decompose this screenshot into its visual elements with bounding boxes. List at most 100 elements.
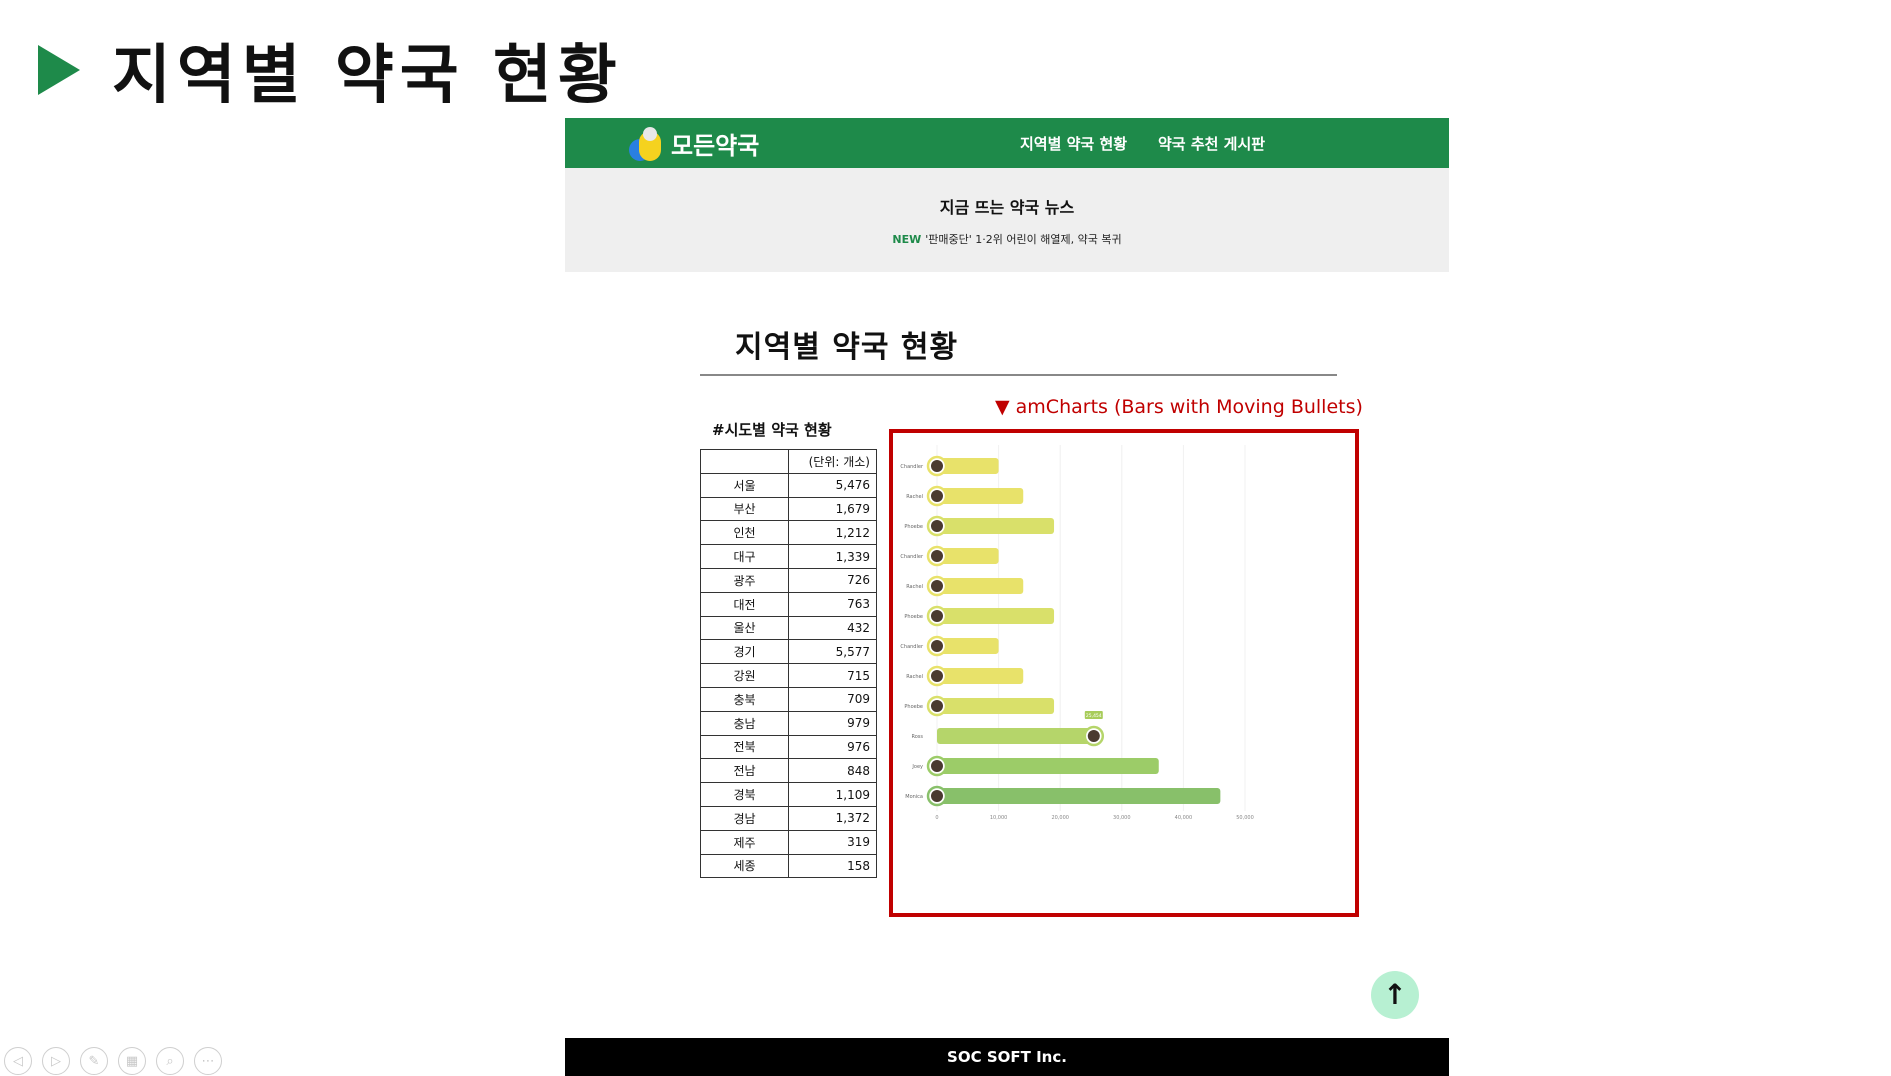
bar [937, 728, 1094, 744]
category-label: Ross [911, 734, 923, 740]
table-row: 강원 715 [700, 663, 877, 688]
region-cell: 강원 [700, 663, 789, 688]
region-cell: 제주 [700, 829, 789, 855]
category-label: Phoebe [904, 524, 923, 530]
table-row: 충북 709 [700, 686, 877, 712]
count-cell: 715 [788, 663, 877, 688]
count-cell: 319 [788, 829, 877, 855]
more-icon[interactable]: ⋯ [194, 1047, 222, 1075]
slide-title-text: 지역별 약국 현황 [112, 39, 623, 113]
region-cell: 전북 [700, 734, 789, 760]
section-divider [700, 374, 1337, 376]
count-cell: 726 [788, 567, 877, 593]
table-row: 제주 319 [700, 829, 877, 855]
category-label: Phoebe [904, 614, 923, 620]
logo[interactable]: 모든약국 [629, 126, 759, 161]
x-tick-label: 10,000 [990, 815, 1008, 821]
region-cell: 대구 [700, 544, 789, 569]
region-cell: 세종 [700, 853, 789, 879]
count-cell: 5,476 [788, 472, 877, 498]
amcharts-chart-frame: 0 10,000 20,000 30,000 40,000 50,000 Chandler R… [889, 429, 1359, 917]
tooltip-label: 25,454 [1086, 713, 1102, 719]
table-row: 충남 979 [700, 710, 877, 736]
bar [937, 698, 1055, 714]
table-row: 전남 848 [700, 758, 877, 784]
pen-icon[interactable]: ✎ [80, 1047, 108, 1075]
next-icon[interactable]: ▷ [42, 1047, 70, 1075]
bar [937, 788, 1221, 804]
count-cell: 976 [788, 734, 877, 760]
count-cell: 763 [788, 591, 877, 617]
table-row: 부산 1,679 [700, 496, 877, 522]
avatar-photo [931, 550, 943, 562]
avatar-photo [931, 580, 943, 592]
avatar-photo [931, 760, 943, 772]
table-row: 경남 1,372 [700, 805, 877, 831]
count-cell: 5,577 [788, 639, 877, 665]
count-cell: 158 [788, 853, 877, 879]
region-cell: 광주 [700, 567, 789, 593]
region-cell: 울산 [700, 615, 789, 641]
new-badge: NEW [892, 233, 922, 246]
avatar-photo [931, 670, 943, 682]
play-triangle-icon [38, 45, 80, 95]
prev-icon[interactable]: ◁ [4, 1047, 32, 1075]
avatar-photo [931, 610, 943, 622]
count-cell: 1,109 [788, 782, 877, 807]
bar [937, 488, 1024, 504]
region-cell: 충남 [700, 710, 789, 736]
news-title: 지금 뜨는 약국 뉴스 [939, 198, 1075, 217]
bar [937, 518, 1055, 534]
avatar-photo [931, 790, 943, 802]
avatar-photo [931, 520, 943, 532]
news-item[interactable]: NEW '판매중단' 1·2위 어린이 해열제, 약국 복귀 [565, 231, 1449, 247]
category-label: Phoebe [904, 704, 923, 710]
slide-title: 지역별 약국 현황 [38, 24, 623, 116]
amcharts-annotation: ▼ amCharts (Bars with Moving Bullets) [995, 396, 1363, 418]
pharmacy-stats-table: (단위: 개소) 서울 5,476 부산 1,679 인천 1,212 대구 1,339 광주 7… [700, 449, 877, 879]
region-cell: 서울 [700, 472, 789, 498]
news-headline[interactable]: '판매중단' 1·2위 어린이 해열제, 약국 복귀 [925, 233, 1121, 246]
scroll-to-top-button[interactable]: ↑ [1371, 971, 1419, 1019]
table-row: 전북 976 [700, 734, 877, 760]
region-cell: 경북 [700, 782, 789, 807]
count-cell: 432 [788, 615, 877, 641]
bar-chart: 0 10,000 20,000 30,000 40,000 50,000 Chandler R… [900, 445, 1254, 821]
avatar-photo [1087, 730, 1100, 742]
region-cell: 인천 [700, 520, 789, 546]
count-cell: 709 [788, 686, 877, 712]
unit-label: (단위: 개소) [788, 449, 877, 474]
x-tick-label: 50,000 [1236, 815, 1254, 821]
x-tick-label: 20,000 [1051, 815, 1069, 821]
table-row: 대구 1,339 [700, 544, 877, 569]
nav-link-recommend-board[interactable]: 약국 추천 게시판 [1158, 133, 1265, 154]
nav-link-regional-status[interactable]: 지역별 약국 현황 [1020, 133, 1127, 154]
avatar-photo [931, 460, 943, 472]
table-caption: #시도별 약국 현황 [712, 421, 832, 439]
count-cell: 1,679 [788, 496, 877, 522]
bar [937, 608, 1055, 624]
table-row: 경북 1,109 [700, 782, 877, 807]
slides-icon[interactable]: ▦ [118, 1047, 146, 1075]
region-cell: 대전 [700, 591, 789, 617]
category-label: Joey [911, 764, 923, 770]
table-row: 서울 5,476 [700, 472, 877, 498]
category-label: Rachel [906, 674, 923, 680]
navbar: 모든약국 지역별 약국 현황 약국 추천 게시판 [565, 118, 1449, 168]
bar [937, 758, 1159, 774]
category-label: Chandler [900, 554, 924, 560]
region-cell: 경기 [700, 639, 789, 665]
zoom-icon[interactable]: ⌕ [156, 1047, 184, 1075]
count-cell: 848 [788, 758, 877, 784]
count-cell: 1,212 [788, 520, 877, 546]
bar [937, 578, 1024, 594]
section-title: 지역별 약국 현황 [735, 330, 959, 365]
presentation-controls: ◁ ▷ ✎ ▦ ⌕ ⋯ [4, 1047, 232, 1075]
avatar-photo [931, 700, 943, 712]
count-cell: 979 [788, 710, 877, 736]
arrow-up-icon: ↑ [1383, 978, 1407, 1011]
x-tick-label: 30,000 [1113, 815, 1131, 821]
bar [937, 668, 1024, 684]
website-screenshot: 모든약국 지역별 약국 현황 약국 추천 게시판 지금 뜨는 약국 뉴스 NEW… [565, 118, 1449, 1076]
region-cell: 충북 [700, 686, 789, 712]
